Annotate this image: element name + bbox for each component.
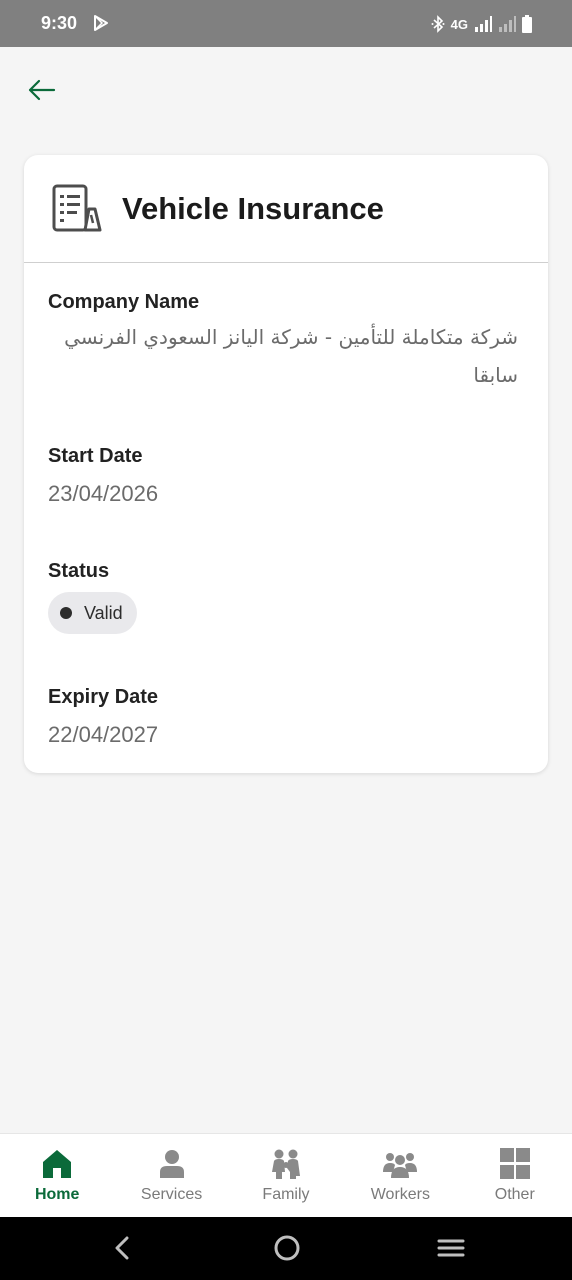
nav-label-home: Home <box>34 1186 80 1203</box>
start-date-value: 23/04/2026 <box>48 481 159 506</box>
home-icon <box>43 1150 72 1178</box>
bluetooth-icon <box>431 15 445 33</box>
nav-label-other: Other <box>494 1186 535 1203</box>
workers-icon <box>383 1153 418 1178</box>
play-store-icon <box>94 15 108 31</box>
system-home-icon[interactable] <box>272 1233 302 1263</box>
nav-item-services[interactable]: Services <box>114 1134 228 1218</box>
signal-weak-icon <box>499 16 516 32</box>
back-button[interactable] <box>24 74 58 106</box>
status-icons: 4G <box>431 14 532 34</box>
status-badge: Valid <box>48 592 137 634</box>
battery-icon <box>522 15 532 33</box>
document-icon <box>52 184 102 231</box>
system-nav-bar <box>0 1217 572 1280</box>
vehicle-insurance-card: Vehicle Insurance Company Name شركة متكا… <box>24 155 548 773</box>
nav-label-services: Services <box>140 1186 203 1203</box>
status-badge-label: Valid <box>84 602 123 623</box>
bottom-nav: Home Services Family Workers Other <box>0 1133 572 1217</box>
nav-item-other[interactable]: Other <box>458 1134 572 1218</box>
start-date-label: Start Date <box>48 445 143 467</box>
system-menu-icon[interactable] <box>436 1233 466 1263</box>
nav-label-family: Family <box>262 1186 310 1203</box>
system-back-icon[interactable] <box>111 1233 133 1263</box>
expiry-date-label: Expiry Date <box>48 686 159 708</box>
network-type: 4G <box>450 16 468 32</box>
card-header: Vehicle Insurance <box>24 155 548 263</box>
company-name-value: شركة متكاملة للتأمين - شركة اليانز السعو… <box>64 325 518 387</box>
card-title: Vehicle Insurance <box>122 190 384 226</box>
arrow-left-icon <box>28 79 56 101</box>
status-dot <box>60 607 72 619</box>
nav-label-workers: Workers <box>370 1186 430 1203</box>
signal-icon <box>475 16 492 32</box>
status-bar: 9:30 4G <box>0 0 572 47</box>
nav-item-family[interactable]: Family <box>229 1134 343 1218</box>
nav-item-workers[interactable]: Workers <box>343 1134 457 1218</box>
status-label: Status <box>48 560 110 582</box>
status-time: 9:30 <box>41 13 78 33</box>
company-name-label: Company Name <box>48 291 200 313</box>
grid-icon <box>499 1148 530 1179</box>
family-icon <box>271 1149 300 1179</box>
nav-item-home[interactable]: Home <box>0 1134 114 1218</box>
person-icon <box>159 1150 184 1178</box>
expiry-date-value: 22/04/2027 <box>48 722 159 747</box>
